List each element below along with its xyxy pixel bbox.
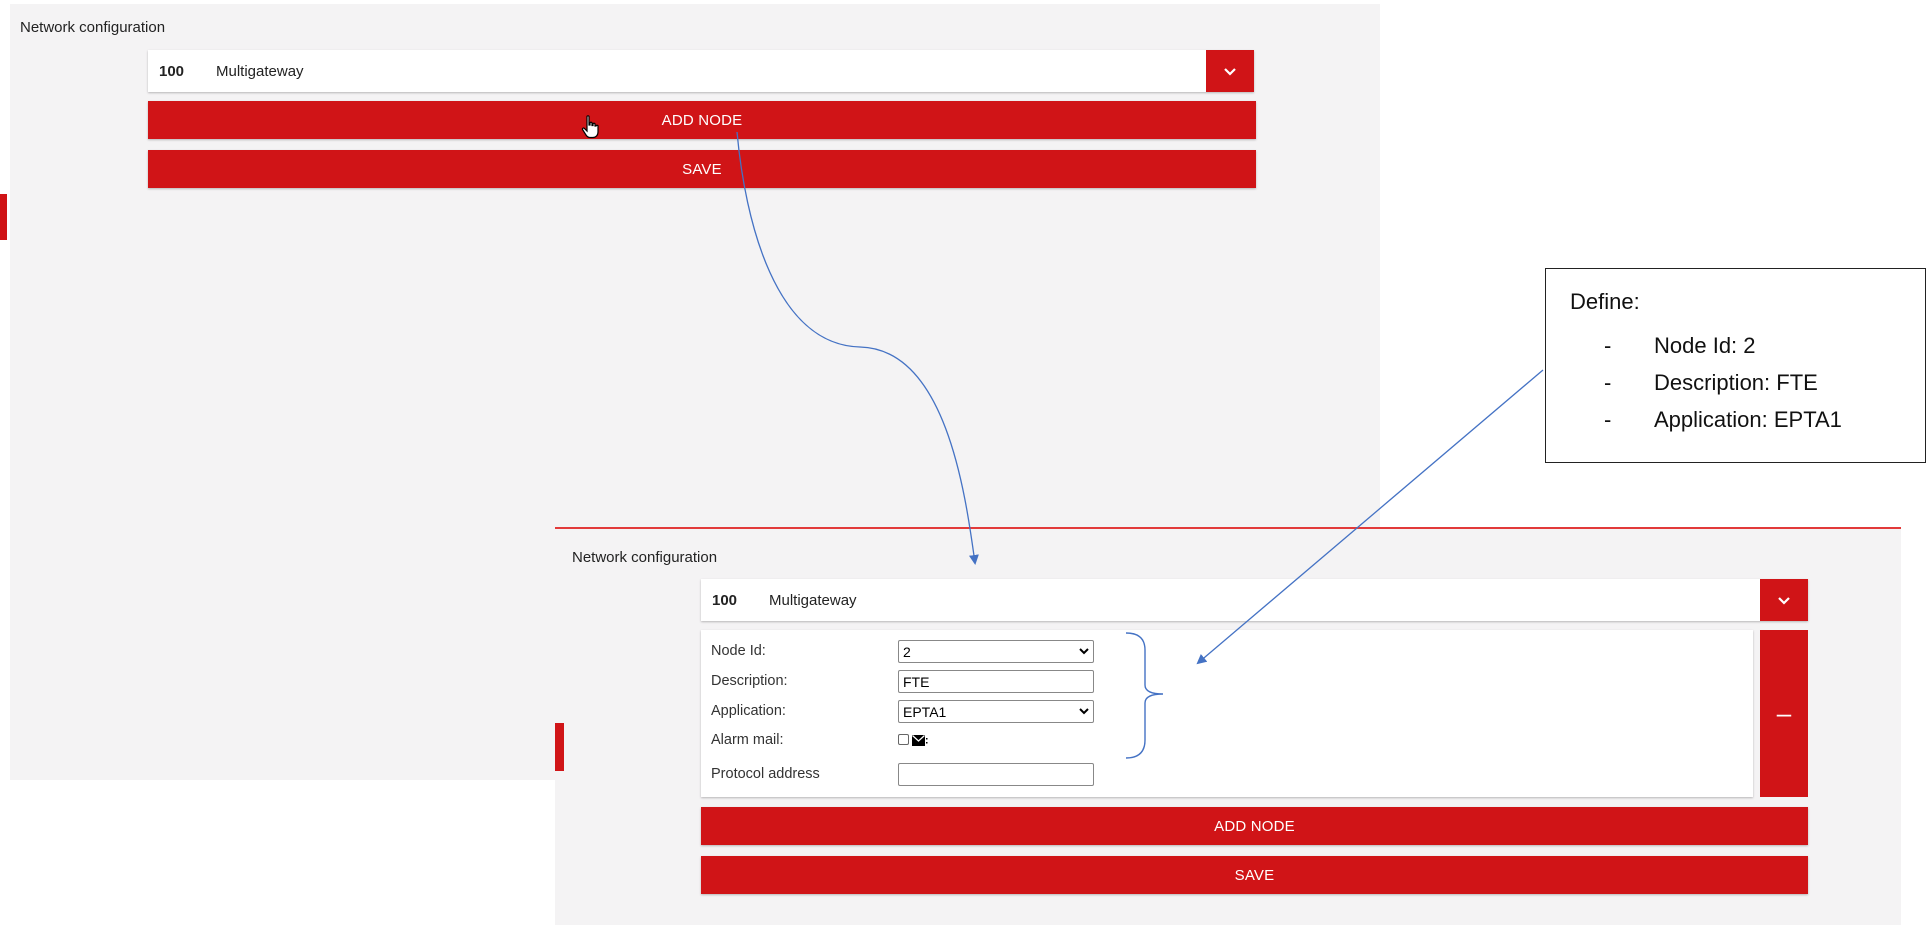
annotation-overlay <box>736 131 1544 759</box>
form-bracket <box>1125 632 1164 759</box>
callout-arrow <box>1196 369 1544 665</box>
flow-arrow <box>736 131 979 565</box>
